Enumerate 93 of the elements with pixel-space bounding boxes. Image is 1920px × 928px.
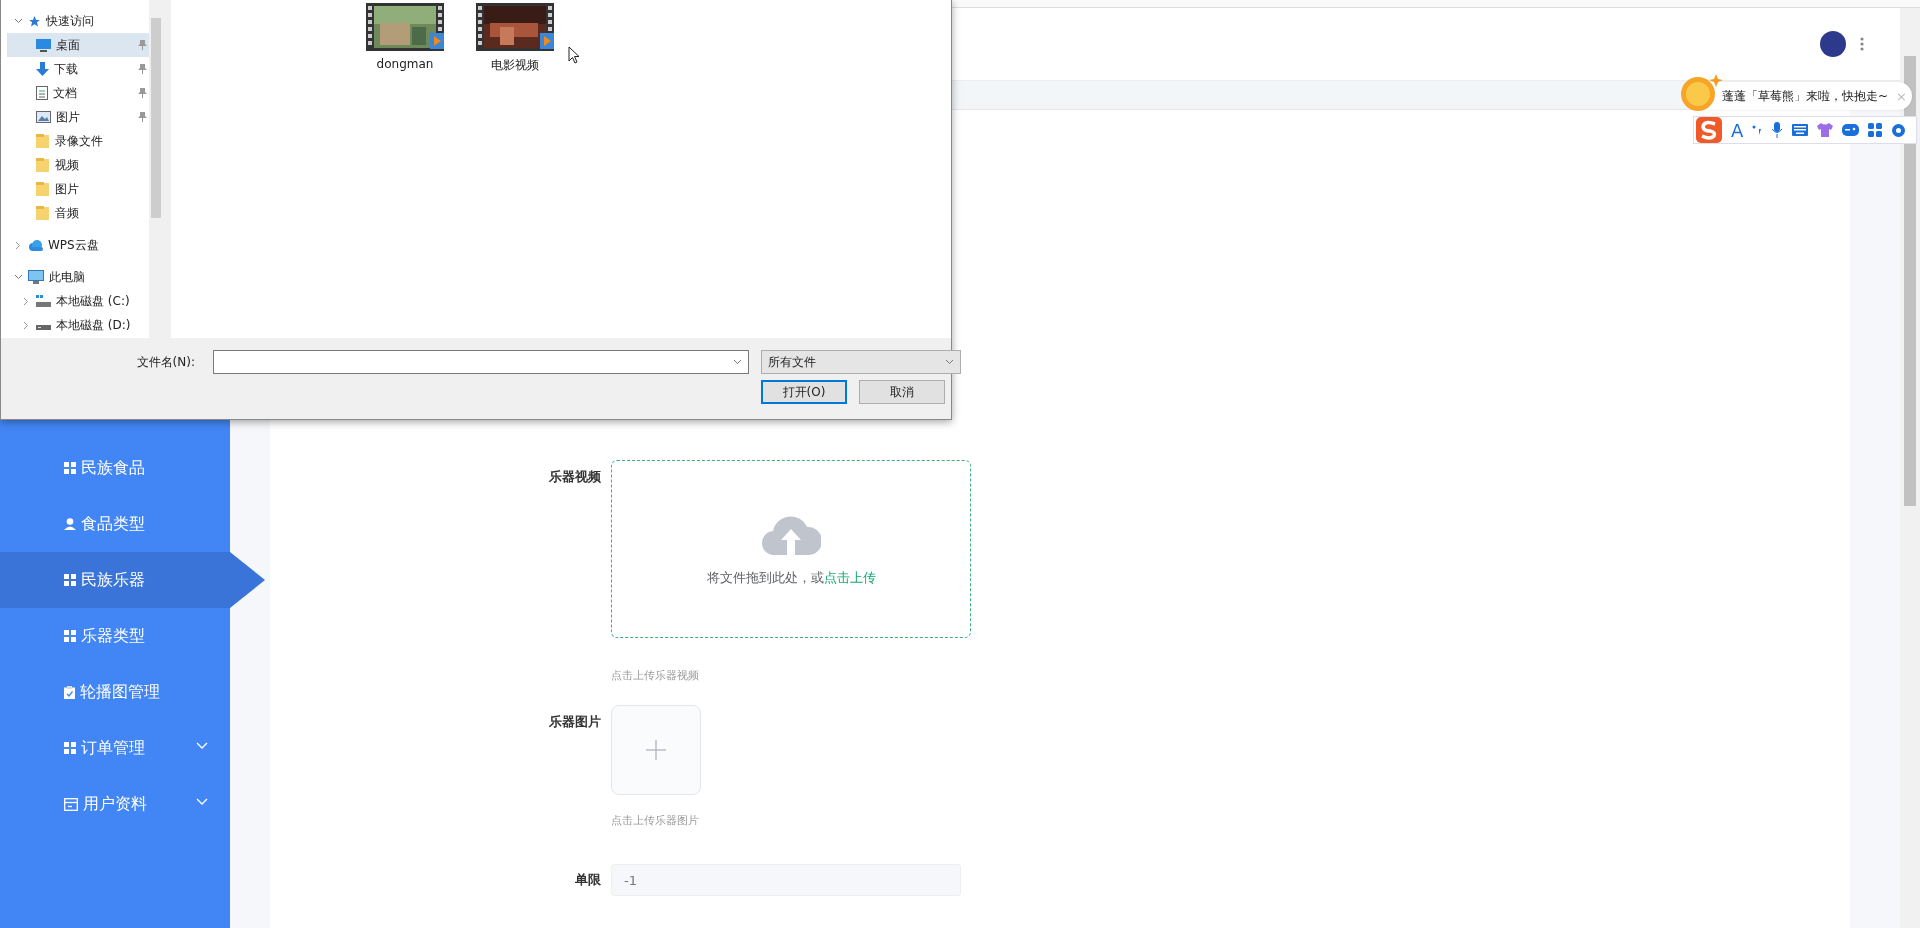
- sidebar-item[interactable]: 民族食品: [0, 440, 230, 496]
- image-icon: [36, 111, 51, 123]
- file-item[interactable]: 电影视频: [469, 3, 561, 74]
- sidebar-item[interactable]: 用户资料: [0, 776, 230, 832]
- navigation-label: 快速访问: [46, 12, 94, 30]
- input-field[interactable]: -1: [611, 864, 961, 896]
- file-type-dropdown[interactable]: 所有文件: [761, 350, 961, 374]
- navigation-item[interactable]: WPS云盘: [7, 233, 149, 257]
- settings-icon[interactable]: [1891, 122, 1907, 138]
- navigation-item[interactable]: 下载: [7, 57, 149, 81]
- folder-icon: [36, 158, 50, 172]
- navigation-item[interactable]: 录像文件: [7, 129, 149, 153]
- navigation-label: 下载: [54, 60, 78, 78]
- avatar[interactable]: [1820, 31, 1846, 57]
- monitor-icon: [36, 38, 51, 52]
- cloud-icon: [28, 239, 43, 251]
- chevron-right-icon[interactable]: [15, 240, 21, 250]
- navigation-label: 本地磁盘 (C:): [56, 292, 130, 310]
- pin-icon[interactable]: [138, 64, 147, 74]
- keyboard-icon[interactable]: [1792, 124, 1809, 136]
- field-tip: 点击上传乐器视频: [611, 668, 700, 683]
- upload-drop-zone[interactable]: 将文件拖到此处，或点击上传: [611, 460, 971, 638]
- document-icon: [36, 86, 48, 100]
- navigation-item[interactable]: 本地磁盘 (D:): [7, 313, 149, 337]
- sun-mascot-icon: [1680, 72, 1724, 114]
- navigation-item[interactable]: 文档: [7, 81, 149, 105]
- navigation-label: 音频: [55, 204, 79, 222]
- dialog-button[interactable]: 打开(O): [761, 380, 847, 404]
- punctuation-icon[interactable]: [1752, 124, 1763, 136]
- navigation-item[interactable]: 图片: [7, 177, 149, 201]
- chevron-down-icon[interactable]: [13, 18, 23, 24]
- pin-icon[interactable]: [138, 88, 147, 98]
- clipboard-icon: [64, 685, 75, 699]
- chevron-right-icon[interactable]: [23, 320, 29, 330]
- notification-text: 蓬蓬「草莓熊」来啦，快抱走~: [1722, 87, 1889, 105]
- filename-field[interactable]: [213, 350, 749, 374]
- user-icon: [64, 518, 76, 530]
- navigation-item[interactable]: 视频: [7, 153, 149, 177]
- pin-icon[interactable]: [138, 40, 147, 50]
- sidebar-item[interactable]: 订单管理: [0, 720, 230, 776]
- navigation-label: 录像文件: [55, 132, 103, 150]
- grid-icon: [64, 574, 76, 586]
- field-tip: 点击上传乐器图片: [611, 813, 700, 828]
- grid-icon: [64, 462, 76, 474]
- sidebar-item[interactable]: 轮播图管理: [0, 664, 230, 720]
- file-item[interactable]: dongman: [359, 3, 451, 71]
- chevron-down-icon[interactable]: [13, 274, 23, 280]
- drive-icon: [36, 295, 51, 307]
- star-icon: [28, 14, 41, 28]
- field-label: 单限: [574, 871, 602, 889]
- computer-icon: [28, 270, 44, 284]
- sidebar-item[interactable]: 乐器类型: [0, 608, 230, 664]
- plus-icon: [646, 740, 666, 760]
- dialog-button[interactable]: 取消: [859, 380, 945, 404]
- folder-icon: [36, 182, 50, 196]
- navigation-item[interactable]: 音频: [7, 201, 149, 225]
- pin-icon[interactable]: [138, 112, 147, 122]
- field-label: 乐器图片: [548, 713, 602, 731]
- grid-icon: [64, 630, 76, 642]
- navigation-label: WPS云盘: [48, 236, 99, 254]
- navigation-label: 图片: [55, 180, 79, 198]
- chevron-down-icon[interactable]: [733, 359, 742, 365]
- navigation-item[interactable]: 快速访问: [7, 9, 149, 33]
- scrollbar[interactable]: [1900, 8, 1920, 928]
- filename-label: 文件名(N):: [135, 353, 196, 371]
- s-logo-icon[interactable]: [1696, 117, 1722, 143]
- cursor-icon: [568, 46, 580, 64]
- chevron-down-icon[interactable]: [945, 359, 954, 365]
- navigation-item[interactable]: 桌面: [7, 33, 149, 57]
- gamepad-icon[interactable]: [1842, 124, 1860, 136]
- grid-icon: [64, 742, 76, 754]
- sidebar-item[interactable]: 食品类型: [0, 496, 230, 552]
- navigation-item[interactable]: 图片: [7, 105, 149, 129]
- field-label: 乐器视频: [548, 468, 602, 486]
- navigation-label: 文档: [53, 84, 77, 102]
- folder-icon: [36, 134, 50, 148]
- chevron-right-icon[interactable]: [23, 296, 29, 306]
- apps-icon[interactable]: [1868, 123, 1883, 137]
- navigation-item[interactable]: 本地磁盘 (C:): [7, 289, 149, 313]
- window-icon: [64, 797, 78, 811]
- navigation-label: 视频: [55, 156, 79, 174]
- navigation-label: 本地磁盘 (D:): [56, 316, 131, 334]
- shirt-icon[interactable]: [1817, 123, 1834, 137]
- navigation-item[interactable]: 此电脑: [7, 265, 149, 289]
- drop-hint: 将文件拖到此处，或点击上传: [706, 569, 876, 587]
- download-icon: [36, 62, 49, 76]
- font-toggle[interactable]: A: [1731, 119, 1744, 141]
- folder-icon: [36, 206, 50, 220]
- more-icon[interactable]: [1860, 37, 1864, 51]
- navigation-label: 图片: [56, 108, 80, 126]
- microphone-icon[interactable]: [1771, 122, 1784, 138]
- navigation-label: 桌面: [56, 36, 80, 54]
- navigation-label: 此电脑: [49, 268, 85, 286]
